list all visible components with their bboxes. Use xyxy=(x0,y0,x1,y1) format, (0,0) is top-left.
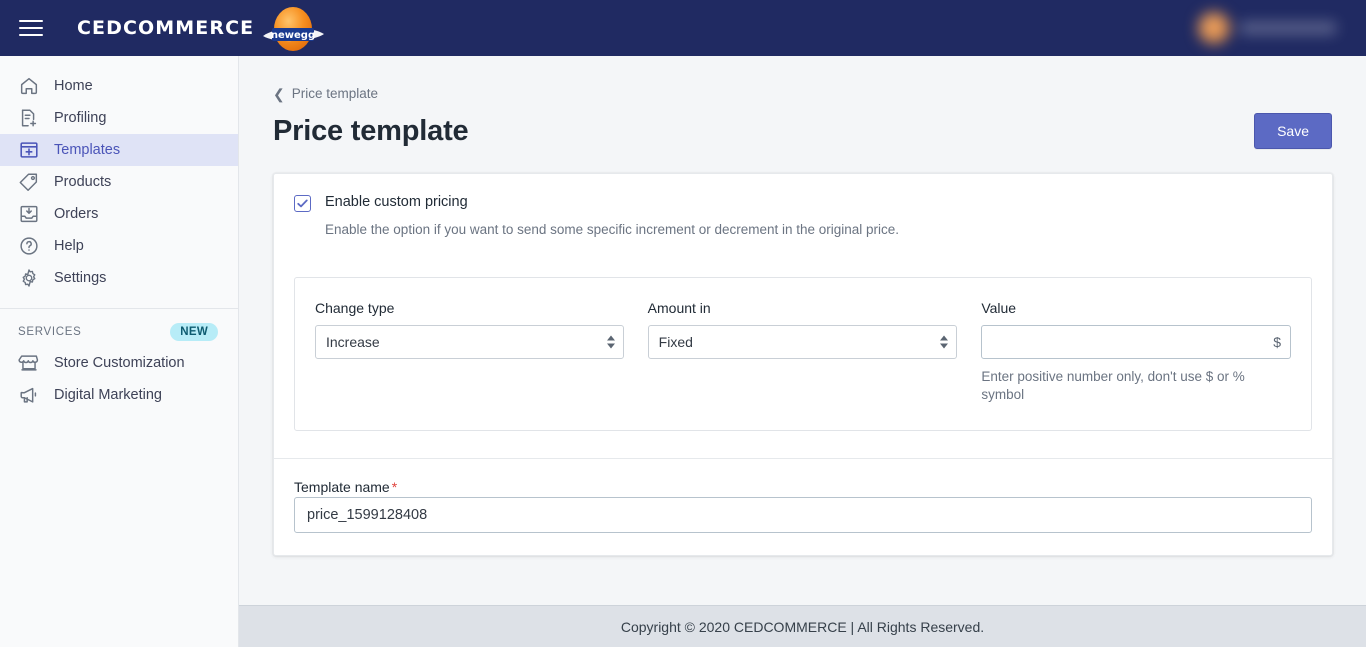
status-badge-new: NEW xyxy=(170,323,218,341)
enable-custom-pricing-help: Enable the option if you want to send so… xyxy=(325,222,900,237)
account-menu[interactable] xyxy=(1186,5,1366,51)
main-content: ❮ Price template Price template Save Ena… xyxy=(239,56,1366,605)
sidebar-item-label: Help xyxy=(54,238,84,254)
svg-text:newegg: newegg xyxy=(271,30,315,41)
save-button[interactable]: Save xyxy=(1254,113,1332,149)
gear-icon xyxy=(18,267,40,289)
services-title: SERVICES xyxy=(18,326,82,338)
sidebar-item-digital-marketing[interactable]: Digital Marketing xyxy=(0,379,238,411)
sidebar-item-help[interactable]: Help xyxy=(0,230,238,262)
template-name-input[interactable] xyxy=(294,497,1312,534)
breadcrumb[interactable]: ❮ Price template xyxy=(273,86,1332,101)
sidebar-item-settings[interactable]: Settings xyxy=(0,262,238,294)
sidebar-item-home[interactable]: Home xyxy=(0,70,238,102)
avatar xyxy=(1198,12,1230,44)
copyright-text: Copyright © 2020 CEDCOMMERCE | All Right… xyxy=(620,618,985,635)
hamburger-bar xyxy=(19,34,43,36)
templates-icon xyxy=(18,139,40,161)
sidebar-item-label: Templates xyxy=(54,142,121,158)
sidebar-item-templates[interactable]: Templates xyxy=(0,134,238,166)
chevron-left-icon: ❮ xyxy=(273,85,285,102)
page-header: Price template Save xyxy=(273,113,1332,149)
change-type-label: Change type xyxy=(315,300,395,316)
enable-custom-pricing-section: Enable custom pricing Enable the option … xyxy=(274,174,1332,255)
enable-custom-pricing-checkbox[interactable] xyxy=(294,195,311,212)
amount-in-select-wrap: Fixed Percentage xyxy=(647,325,958,359)
tag-icon xyxy=(18,171,40,193)
top-bar: CEDCOMMERCE newegg xyxy=(0,0,1366,56)
sidebar-item-label: Products xyxy=(54,174,112,190)
breadcrumb-label: Price template xyxy=(291,86,379,101)
sidebar-nav: Home Profiling Templates Products Orders… xyxy=(0,70,238,294)
store-icon xyxy=(18,352,40,374)
sidebar-item-label: Store Customization xyxy=(54,355,185,371)
sidebar-item-label: Orders xyxy=(54,206,99,222)
template-name-label-text: Template name xyxy=(294,479,390,496)
account-name-blurred xyxy=(1240,22,1336,34)
footer: Copyright © 2020 CEDCOMMERCE | All Right… xyxy=(239,605,1366,647)
amount-in-field: Amount in Fixed Percentage xyxy=(647,300,958,404)
hamburger-menu-icon[interactable] xyxy=(3,0,59,56)
help-icon xyxy=(18,235,40,257)
brand-name: CEDCOMMERCE xyxy=(77,17,255,39)
amount-in-label: Amount in xyxy=(647,300,711,316)
hamburger-bar xyxy=(19,20,43,22)
value-hint: Enter positive number only, don't use $ … xyxy=(981,369,1245,403)
newegg-logo-icon: newegg xyxy=(260,4,326,52)
hamburger-bar xyxy=(19,27,43,29)
required-marker: * xyxy=(391,479,398,496)
profiling-icon xyxy=(18,107,40,129)
value-input[interactable] xyxy=(981,325,1291,359)
sidebar-item-label: Settings xyxy=(54,270,107,286)
megaphone-icon xyxy=(18,384,40,406)
change-type-select[interactable]: Increase Decrease xyxy=(315,325,624,359)
sidebar-item-label: Profiling xyxy=(54,110,107,126)
home-icon xyxy=(18,75,40,97)
sidebar-item-products[interactable]: Products xyxy=(0,166,238,198)
sidebar-item-label: Digital Marketing xyxy=(54,387,162,403)
value-input-wrap: $ xyxy=(981,325,1291,359)
checkmark-icon xyxy=(297,199,308,208)
sidebar: Home Profiling Templates Products Orders… xyxy=(0,56,239,647)
sidebar-item-label: Home xyxy=(54,78,93,94)
brand-logo[interactable]: CEDCOMMERCE newegg xyxy=(77,4,326,52)
value-field: Value $ Enter positive number only, don'… xyxy=(981,300,1291,404)
price-template-card: Enable custom pricing Enable the option … xyxy=(273,173,1333,557)
amount-in-select[interactable]: Fixed Percentage xyxy=(647,325,958,359)
sidebar-item-orders[interactable]: Orders xyxy=(0,198,238,230)
services-header: SERVICES NEW xyxy=(0,309,238,347)
pricing-options-panel: Change type Increase Decrease Amount in xyxy=(294,277,1312,432)
template-name-label: Template name * xyxy=(294,479,397,495)
sidebar-item-profiling[interactable]: Profiling xyxy=(0,102,238,134)
enable-custom-pricing-row[interactable]: Enable custom pricing xyxy=(294,194,1312,212)
sidebar-item-store-customization[interactable]: Store Customization xyxy=(0,347,238,379)
value-label: Value xyxy=(981,300,1017,316)
enable-custom-pricing-label: Enable custom pricing xyxy=(325,194,468,210)
template-name-section: Template name * xyxy=(274,459,1332,555)
page-title: Price template xyxy=(273,114,469,147)
orders-icon xyxy=(18,203,40,225)
change-type-field: Change type Increase Decrease xyxy=(315,300,624,404)
change-type-select-wrap: Increase Decrease xyxy=(315,325,624,359)
